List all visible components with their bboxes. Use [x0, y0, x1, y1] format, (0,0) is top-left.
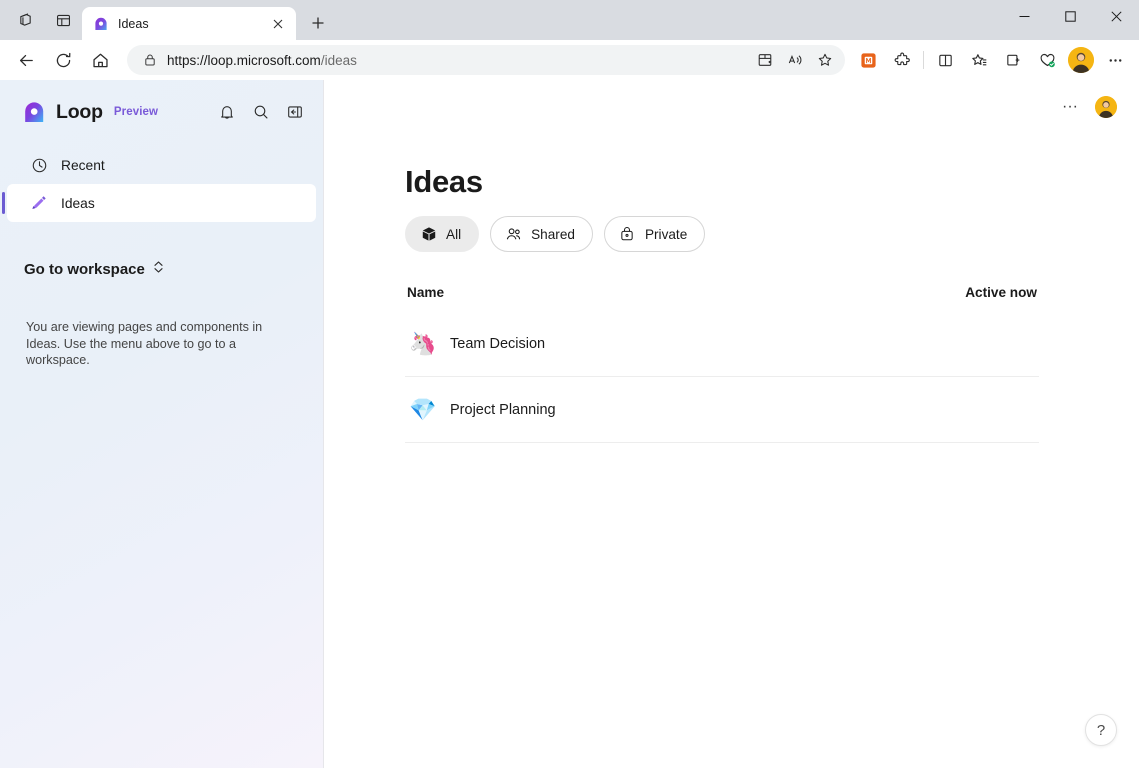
split-tabs-icon[interactable] — [46, 4, 80, 36]
read-aloud-icon[interactable] — [781, 47, 809, 73]
sidebar-item-label: Ideas — [61, 196, 95, 211]
maximize-button[interactable] — [1047, 0, 1093, 32]
browser-essentials-icon[interactable] — [1031, 44, 1063, 76]
go-to-workspace-button[interactable]: Go to workspace — [0, 260, 323, 279]
gem-emoji-icon: 💎 — [409, 399, 437, 421]
url-host: https://loop.microsoft.com — [167, 53, 321, 68]
loop-logo-icon — [22, 100, 47, 125]
back-button[interactable] — [8, 44, 44, 76]
filter-pill-private[interactable]: Private — [604, 216, 705, 252]
filter-pills: All Shared — [405, 216, 1139, 252]
column-header-name[interactable]: Name — [407, 285, 444, 300]
sidebar-header-actions — [213, 98, 309, 126]
loop-app: Loop Preview — [0, 80, 1139, 768]
extensions-puzzle-icon[interactable] — [886, 44, 918, 76]
refresh-button[interactable] — [45, 44, 81, 76]
table-row[interactable]: 💎 Project Planning — [405, 377, 1039, 443]
close-window-button[interactable] — [1093, 0, 1139, 32]
main-user-avatar[interactable] — [1095, 96, 1117, 118]
filter-pill-label: Private — [645, 227, 687, 242]
address-bar-url: https://loop.microsoft.com/ideas — [163, 53, 751, 68]
pages-table: Name Active now 🦄 Team Decision 💎 Projec… — [405, 285, 1039, 443]
title-bar: Ideas — [0, 0, 1139, 40]
collections-icon[interactable] — [997, 44, 1029, 76]
favorites-icon[interactable] — [963, 44, 995, 76]
table-header: Name Active now — [405, 285, 1039, 311]
avatar-image — [1068, 47, 1094, 73]
people-icon — [505, 226, 522, 243]
profile-avatar[interactable] — [1065, 44, 1097, 76]
help-button[interactable]: ? — [1085, 714, 1117, 746]
extension-orange-icon[interactable] — [852, 44, 884, 76]
main-topbar: ··· — [324, 80, 1139, 124]
tab-search-icon[interactable] — [8, 4, 42, 36]
pencil-idea-icon — [30, 194, 48, 212]
main-content: ··· Ideas — [324, 80, 1139, 768]
home-button[interactable] — [82, 44, 118, 76]
go-to-workspace-label: Go to workspace — [24, 261, 145, 278]
split-screen-icon[interactable] — [751, 47, 779, 73]
content-area: Ideas All — [324, 124, 1139, 443]
sidebar-nav: Recent Ideas — [0, 146, 323, 222]
preview-badge: Preview — [114, 106, 158, 118]
row-title: Project Planning — [450, 402, 556, 418]
filter-pill-label: Shared — [531, 227, 575, 242]
page-title: Ideas — [405, 164, 1139, 200]
column-header-active-now[interactable]: Active now — [965, 285, 1037, 300]
clock-icon — [30, 156, 48, 174]
main-more-icon[interactable]: ··· — [1057, 94, 1083, 120]
window-controls — [1001, 0, 1139, 32]
address-bar-actions — [751, 47, 839, 73]
row-title: Team Decision — [450, 336, 545, 352]
split-screen-toolbar-icon[interactable] — [929, 44, 961, 76]
site-lock-icon[interactable] — [137, 48, 163, 72]
chevron-updown-icon — [153, 260, 164, 279]
filter-pill-shared[interactable]: Shared — [490, 216, 593, 252]
toolbar-divider — [923, 51, 924, 69]
tab-title: Ideas — [118, 17, 259, 31]
browser-settings-more-icon[interactable] — [1099, 44, 1131, 76]
cube-icon — [420, 226, 437, 243]
filter-pill-all[interactable]: All — [405, 216, 479, 252]
toolbar-extensions — [852, 44, 1131, 76]
url-path: /ideas — [321, 53, 357, 68]
minimize-button[interactable] — [1001, 0, 1047, 32]
browser-window: Ideas — [0, 0, 1139, 768]
unicorn-emoji-icon: 🦄 — [409, 333, 437, 355]
sidebar: Loop Preview — [0, 80, 324, 768]
address-bar[interactable]: https://loop.microsoft.com/ideas — [127, 45, 845, 75]
sidebar-header: Loop Preview — [0, 92, 323, 132]
sidebar-description: You are viewing pages and components in … — [0, 319, 290, 369]
search-icon[interactable] — [247, 98, 275, 126]
sidebar-item-label: Recent — [61, 158, 105, 173]
new-tab-button[interactable] — [302, 7, 334, 39]
add-favorite-icon[interactable] — [811, 47, 839, 73]
browser-toolbar: https://loop.microsoft.com/ideas — [0, 40, 1139, 80]
table-row[interactable]: 🦄 Team Decision — [405, 311, 1039, 377]
sidebar-item-ideas[interactable]: Ideas — [7, 184, 316, 222]
lock-bag-icon — [619, 226, 636, 243]
browser-tab[interactable]: Ideas — [82, 7, 296, 40]
loop-favicon-icon — [92, 15, 109, 32]
bell-icon[interactable] — [213, 98, 241, 126]
close-tab-icon[interactable] — [268, 14, 288, 34]
filter-pill-label: All — [446, 227, 461, 242]
collapse-panel-icon[interactable] — [281, 98, 309, 126]
sidebar-item-recent[interactable]: Recent — [7, 146, 316, 184]
loop-brand-name: Loop — [56, 101, 103, 124]
tab-strip-left-icons — [0, 0, 80, 40]
